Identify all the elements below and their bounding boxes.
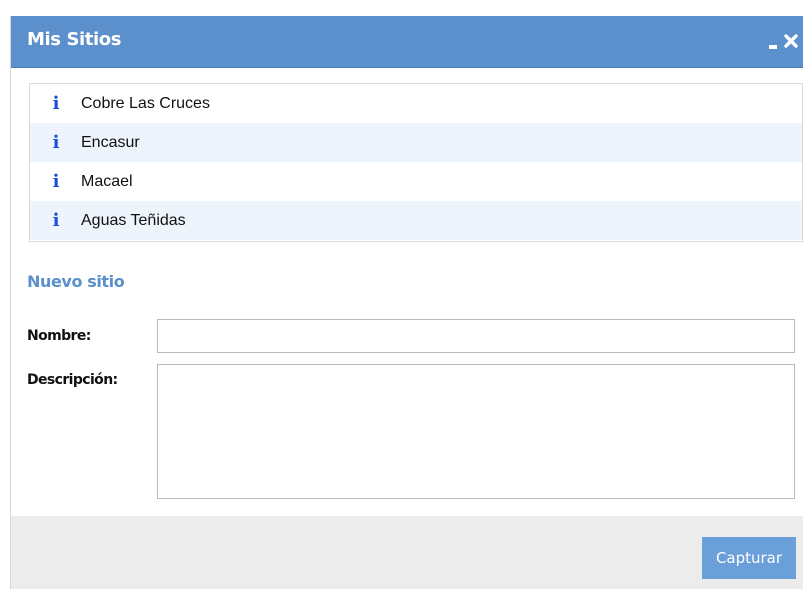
description-textarea[interactable] bbox=[157, 364, 795, 499]
mis-sitios-window: Mis Sitios i Cobre Las Cruces i Encasur … bbox=[10, 16, 803, 589]
site-row-aguas-tenidas[interactable]: i Aguas Teñidas bbox=[30, 201, 802, 240]
capture-button[interactable]: Capturar bbox=[702, 537, 796, 579]
info-icon[interactable]: i bbox=[51, 94, 61, 113]
name-label: Nombre: bbox=[27, 328, 91, 344]
sites-list: i Cobre Las Cruces i Encasur i Macael i … bbox=[29, 83, 803, 242]
site-label: Encasur bbox=[81, 133, 140, 151]
info-icon[interactable]: i bbox=[51, 211, 61, 230]
dialog-footer: Capturar bbox=[11, 516, 803, 589]
info-icon[interactable]: i bbox=[51, 172, 61, 191]
close-icon[interactable] bbox=[782, 32, 800, 50]
new-site-heading: Nuevo sitio bbox=[27, 272, 125, 291]
info-icon[interactable]: i bbox=[51, 133, 61, 152]
site-row-encasur[interactable]: i Encasur bbox=[30, 123, 802, 162]
site-row-macael[interactable]: i Macael bbox=[30, 162, 802, 201]
site-row-cobre-las-cruces[interactable]: i Cobre Las Cruces bbox=[30, 84, 802, 123]
description-label: Descripción: bbox=[27, 372, 118, 388]
window-titlebar: Mis Sitios bbox=[11, 16, 803, 68]
site-label: Macael bbox=[81, 172, 133, 190]
name-input[interactable] bbox=[157, 319, 795, 353]
minimize-icon[interactable] bbox=[769, 45, 777, 49]
site-label: Cobre Las Cruces bbox=[81, 94, 210, 112]
window-title: Mis Sitios bbox=[27, 29, 122, 50]
window-controls bbox=[769, 29, 800, 53]
site-label: Aguas Teñidas bbox=[81, 211, 186, 229]
